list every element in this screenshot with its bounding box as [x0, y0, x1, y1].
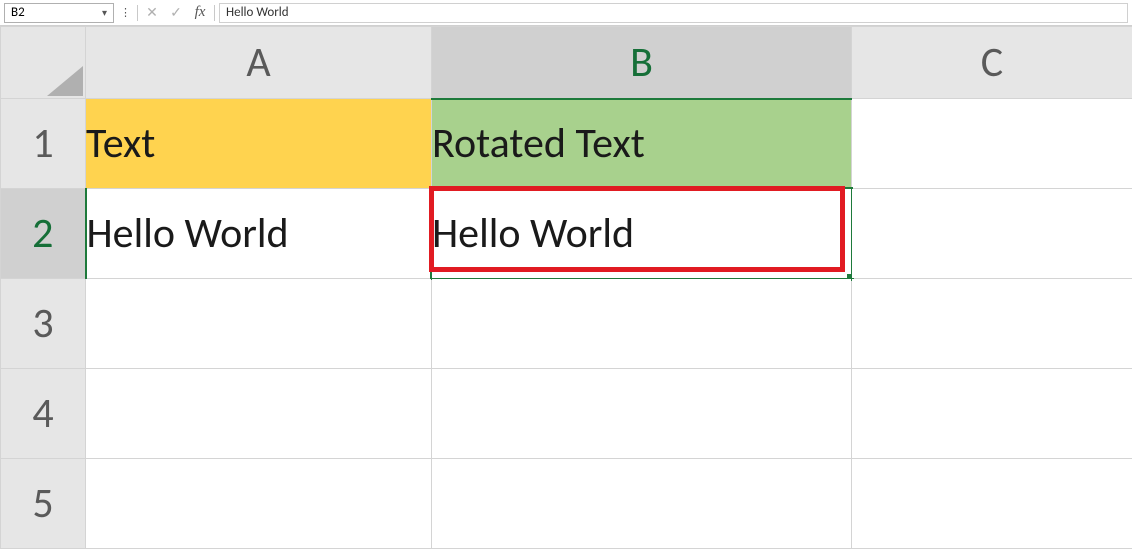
cell-value: Rotated Text — [432, 118, 645, 169]
cell-A4[interactable] — [86, 369, 432, 459]
cell-B4[interactable] — [432, 369, 852, 459]
row-header-5[interactable]: 5 — [1, 459, 86, 549]
fx-icon: fx — [195, 4, 206, 21]
cell-A3[interactable] — [86, 279, 432, 369]
name-box-value: B2 — [11, 5, 25, 20]
row-header-3[interactable]: 3 — [1, 279, 86, 369]
cell-value: Text — [86, 118, 155, 169]
fx-button[interactable]: fx — [190, 3, 210, 23]
formula-input[interactable]: Hello World — [219, 3, 1128, 23]
cell-B3[interactable] — [432, 279, 852, 369]
accept-button[interactable]: ✓ — [166, 3, 186, 23]
column-label: C — [981, 37, 1003, 88]
column-label: A — [246, 37, 270, 88]
cell-C5[interactable] — [852, 459, 1132, 549]
vertical-dots-icon[interactable]: ⋮ — [118, 6, 133, 19]
row-label: 5 — [32, 478, 53, 529]
column-header-A[interactable]: A — [86, 27, 432, 99]
cell-B1[interactable]: Rotated Text — [432, 99, 852, 189]
cell-B5[interactable] — [432, 459, 852, 549]
cell-A1[interactable]: Text — [86, 99, 432, 189]
row-label: 3 — [32, 298, 53, 349]
spreadsheet-grid: A B C 1 Text Rotated Text 2 Hello World … — [0, 26, 1132, 549]
row-header-1[interactable]: 1 — [1, 99, 86, 189]
row-label: 2 — [32, 208, 53, 259]
column-header-C[interactable]: C — [852, 27, 1132, 99]
name-box[interactable]: B2 ▾ — [4, 3, 114, 23]
cell-C2[interactable] — [852, 189, 1132, 279]
row-label: 4 — [32, 388, 53, 439]
chevron-down-icon: ▾ — [102, 6, 107, 19]
cell-C3[interactable] — [852, 279, 1132, 369]
cell-C4[interactable] — [852, 369, 1132, 459]
cell-A5[interactable] — [86, 459, 432, 549]
select-all-corner[interactable] — [1, 27, 86, 99]
column-label: B — [630, 37, 653, 88]
cancel-button[interactable]: ✕ — [142, 3, 162, 23]
x-icon: ✕ — [146, 4, 158, 21]
column-header-B[interactable]: B — [432, 27, 852, 99]
formula-bar: B2 ▾ ⋮ ✕ ✓ fx Hello World — [0, 0, 1132, 26]
row-header-2[interactable]: 2 — [1, 189, 86, 279]
cell-C1[interactable] — [852, 99, 1132, 189]
cell-value: Hello World — [87, 208, 289, 259]
check-icon: ✓ — [170, 4, 182, 21]
row-header-4[interactable]: 4 — [1, 369, 86, 459]
formula-value: Hello World — [226, 5, 289, 20]
separator — [137, 5, 138, 21]
separator — [214, 5, 215, 21]
cell-value: Hello World — [432, 208, 634, 259]
cell-A2[interactable]: Hello World — [86, 189, 432, 279]
row-label: 1 — [32, 118, 53, 169]
cell-B2[interactable]: Hello World — [432, 189, 852, 279]
